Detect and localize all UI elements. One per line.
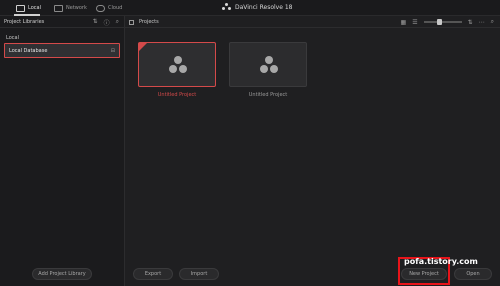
tab-local[interactable]: Local (16, 3, 41, 13)
thumbnail-size-slider[interactable] (423, 19, 462, 25)
libraries-header: Project Libraries ⇅ ⓘ ⌕ (0, 16, 125, 28)
cloud-icon (96, 4, 105, 12)
top-bar: Local Network Cloud DaVinci Resolve 18 (0, 0, 500, 16)
sidebar-toggle-icon[interactable] (129, 19, 134, 25)
tab-local-label: Local (28, 5, 41, 11)
local-database-item[interactable]: Local Database ⊟ (4, 43, 120, 58)
project-card-selected[interactable] (138, 42, 216, 87)
sort-icon[interactable]: ⇅ (468, 19, 473, 26)
project-libraries-panel: Project Libraries ⇅ ⓘ ⌕ Local Local Data… (0, 16, 125, 286)
database-icon: ⊟ (110, 48, 115, 54)
local-section-label: Local (6, 35, 19, 41)
project-card[interactable] (229, 42, 307, 87)
project-name[interactable]: Untitled Project (229, 92, 307, 98)
search-icon[interactable]: ⌕ (116, 18, 119, 27)
resolve-thumbnail-icon (169, 56, 187, 73)
slider-knob[interactable] (436, 19, 442, 25)
app-title: DaVinci Resolve 18 (222, 3, 292, 11)
selected-corner-marker (139, 43, 147, 51)
tab-network-label: Network (66, 5, 87, 11)
libraries-title: Project Libraries (4, 19, 45, 25)
import-button[interactable]: Import (179, 268, 219, 280)
more-options-icon[interactable]: ⋯ (479, 19, 485, 26)
sort-icon[interactable]: ⇅ (93, 18, 98, 27)
app-title-text: DaVinci Resolve 18 (235, 3, 293, 11)
info-icon[interactable]: ⓘ (104, 18, 110, 27)
network-icon (54, 4, 63, 12)
computer-icon (16, 4, 25, 12)
project-name[interactable]: Untitled Project (138, 92, 216, 98)
list-view-icon[interactable]: ☰ (412, 19, 417, 26)
export-button[interactable]: Export (133, 268, 173, 280)
projects-label: Projects (139, 19, 159, 25)
watermark-text: pofa.tistory.com (404, 257, 478, 266)
grid-view-icon[interactable]: ▦ (401, 19, 407, 26)
open-button[interactable]: Open (454, 268, 492, 280)
projects-panel: Projects ▦ ☰ ⇅ ⋯ ⌕ Untitled Project Unti… (125, 16, 500, 286)
tab-network[interactable]: Network (54, 3, 87, 13)
add-project-library-button[interactable]: Add Project Library (32, 268, 92, 280)
resolve-thumbnail-icon (260, 56, 278, 73)
tab-cloud-label: Cloud (108, 5, 123, 11)
local-database-label: Local Database (9, 48, 48, 54)
projects-header: Projects ▦ ☰ ⇅ ⋯ ⌕ (125, 16, 500, 28)
search-icon[interactable]: ⌕ (491, 18, 494, 26)
davinci-logo-icon (222, 3, 231, 11)
tab-cloud[interactable]: Cloud (96, 3, 122, 13)
